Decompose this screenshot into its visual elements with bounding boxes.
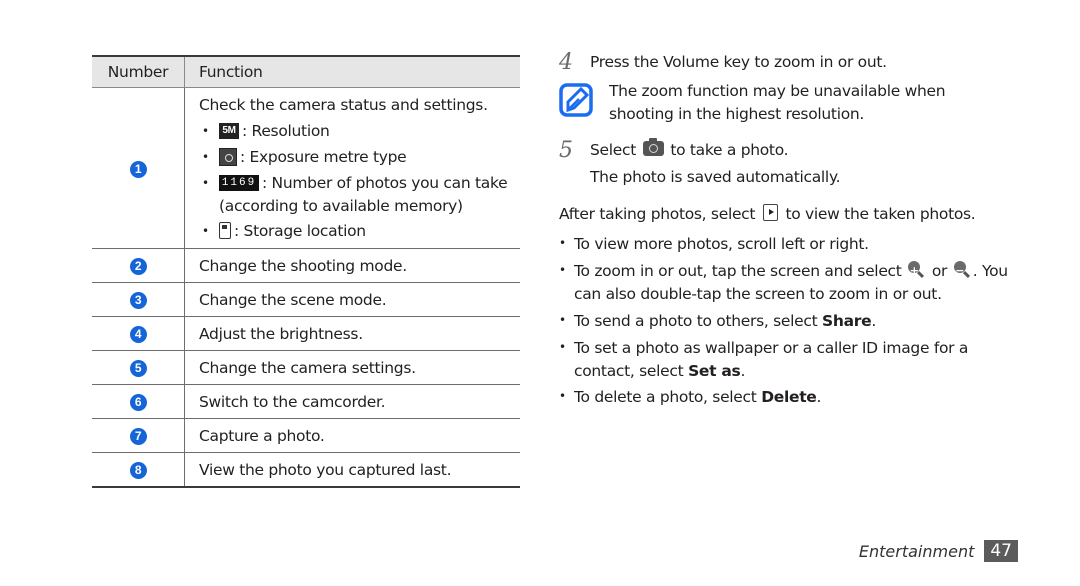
list-item: • 1169: Number of photos you can take	[202, 174, 508, 192]
row-intro: Check the camera status and settings.	[199, 96, 488, 114]
share-label: Share	[822, 312, 872, 330]
manual-page: Number Function 1 Check the camera statu…	[0, 0, 1080, 586]
step-number: 5	[559, 138, 573, 163]
delete-label: Delete	[761, 388, 817, 406]
step-result: The photo is saved automatically.	[590, 168, 841, 186]
table-header-row: Number Function	[92, 55, 520, 88]
camera-icon	[642, 138, 664, 156]
list-item: • 5M: Resolution	[202, 122, 330, 140]
number-badge: 2	[129, 258, 147, 275]
set-as-label: Set as	[688, 362, 741, 380]
table-row: 5 Change the camera settings.	[92, 350, 520, 385]
step-text: Press the Volume key to zoom in or out.	[590, 53, 887, 71]
photo-count-icon: 1169	[219, 174, 259, 191]
number-badge: 5	[129, 360, 147, 377]
table-row: 6 Switch to the camcorder.	[92, 384, 520, 419]
number-badge: 3	[129, 292, 147, 309]
function-text: Change the scene mode.	[184, 282, 520, 317]
list-item-continuation: (according to available memory)	[219, 197, 463, 215]
list-item: • : Storage location	[202, 222, 366, 240]
number-badge: 6	[129, 394, 147, 411]
function-table: Number Function 1 Check the camera statu…	[92, 55, 520, 488]
exposure-metre-icon	[219, 147, 237, 166]
table-row: 8 View the photo you captured last.	[92, 452, 520, 488]
number-badge: 7	[129, 428, 147, 445]
zoom-in-icon: +	[908, 261, 925, 279]
number-badge: 8	[129, 462, 147, 479]
header-function: Function	[184, 55, 520, 88]
table-row: 1 Check the camera status and settings. …	[92, 87, 520, 249]
page-number: 47	[984, 540, 1018, 562]
page-footer: Entertainment 47	[859, 540, 1018, 562]
after-taking-paragraph: After taking photos, select to view the …	[559, 204, 976, 223]
step-number: 4	[559, 50, 573, 75]
function-text: Switch to the camcorder.	[184, 384, 520, 419]
function-text: Change the camera settings.	[184, 350, 520, 385]
section-name: Entertainment	[858, 541, 975, 561]
table-row: 4 Adjust the brightness.	[92, 316, 520, 351]
note-text: The zoom function may be unavailable whe…	[609, 82, 946, 123]
storage-icon	[219, 222, 231, 239]
number-badge: 4	[129, 326, 147, 343]
table-row: 3 Change the scene mode.	[92, 282, 520, 317]
list-item: • : Exposure metre type	[202, 147, 407, 166]
function-text: Capture a photo.	[184, 418, 520, 453]
zoom-out-icon: −	[953, 261, 971, 279]
resolution-icon: 5M	[219, 122, 239, 139]
note-icon	[559, 83, 593, 117]
function-text: Adjust the brightness.	[184, 316, 520, 351]
play-icon	[762, 204, 778, 221]
table-row: 2 Change the shooting mode.	[92, 248, 520, 283]
table-row: 7 Capture a photo.	[92, 418, 520, 453]
function-text: View the photo you captured last.	[184, 452, 520, 488]
header-number: Number	[92, 55, 185, 88]
number-badge: 1	[129, 160, 147, 178]
function-text: Change the shooting mode.	[184, 248, 520, 283]
